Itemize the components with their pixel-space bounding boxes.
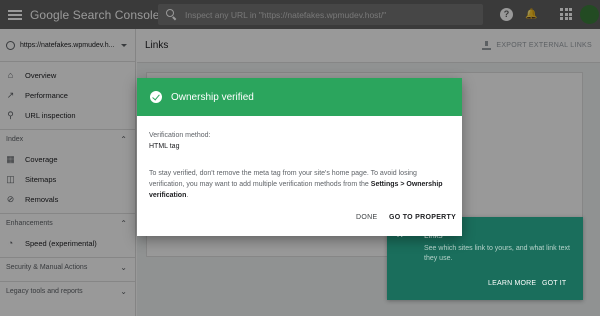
- go-to-property-button[interactable]: GO TO PROPERTY: [389, 214, 456, 221]
- done-button[interactable]: DONE: [356, 214, 377, 221]
- search-console-screen: Google Search Console Inspect any URL in…: [0, 0, 600, 316]
- check-circle-icon: [150, 91, 162, 103]
- ownership-verified-dialog: Ownership verified Verification method: …: [137, 78, 462, 236]
- verification-method-value: HTML tag: [149, 143, 180, 150]
- dialog-header: Ownership verified: [137, 78, 462, 116]
- dialog-title: Ownership verified: [171, 91, 254, 103]
- promo-text: See which sites link to yours, and what …: [424, 245, 570, 262]
- got-it-button[interactable]: GOT IT: [542, 280, 566, 287]
- dialog-body-end: .: [186, 192, 189, 199]
- verification-method-label: Verification method:: [149, 132, 211, 139]
- dialog-body: To stay verified, don't remove the meta …: [149, 168, 454, 201]
- learn-more-button[interactable]: LEARN MORE: [488, 280, 536, 287]
